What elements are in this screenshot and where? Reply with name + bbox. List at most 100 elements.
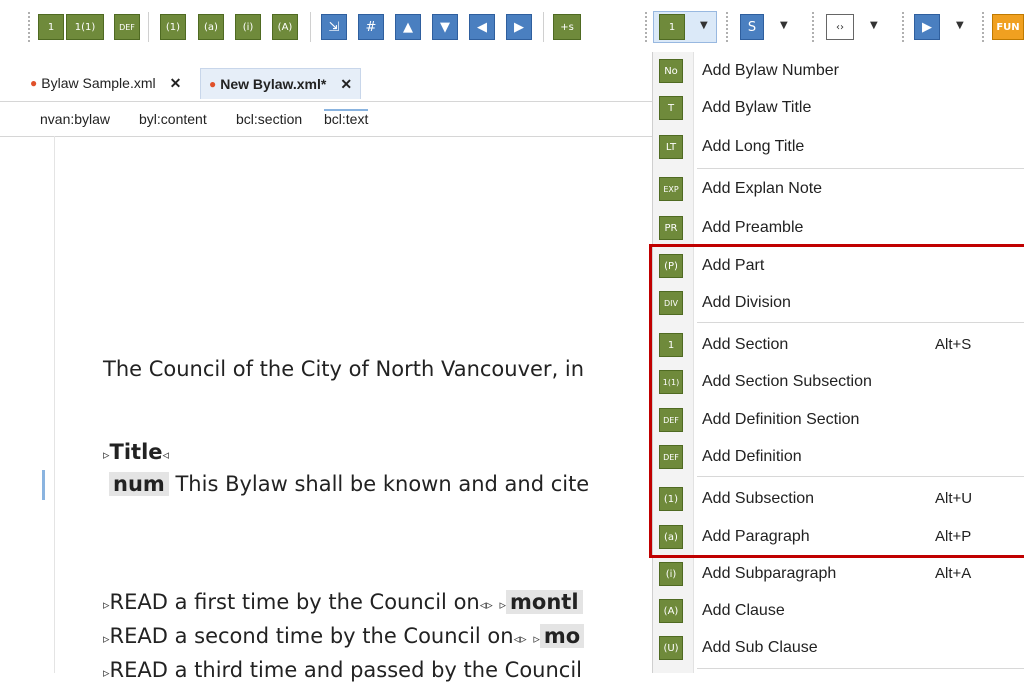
hash-icon: # [365,19,377,35]
breadcrumb-item[interactable]: bcl:section [236,111,302,127]
hash-button[interactable]: # [358,14,384,40]
section-icon: 1 [668,21,676,33]
chevron-down-icon[interactable]: ▼ [780,20,788,31]
tab-bylaw-sample[interactable]: ● Bylaw Sample.xml ✕ [30,68,181,98]
read-second-line[interactable]: ▹READ a second time by the Council on◃▹ … [103,624,585,648]
tag-start-icon: ▹ [533,632,540,647]
preamble-icon: PR [659,216,683,240]
play-icon: ▶ [922,19,932,35]
toolbar-separator [310,12,311,42]
menu-item-label: Add Bylaw Number [702,62,839,79]
menu-item-add-bylaw-number[interactable]: No Add Bylaw Number [653,53,1024,89]
highlight-box [649,244,1024,558]
chevron-down-icon[interactable]: ▼ [956,20,964,31]
explan-note-icon: EXP [659,177,683,201]
bylaw-number-icon: No [659,59,683,83]
menu-item-add-subparagraph[interactable]: (i) Add Subparagraph Alt+A [653,556,1024,592]
play-dropdown-button[interactable]: ▶ [914,14,940,40]
gutter-line [54,136,55,673]
menu-item-add-preamble[interactable]: PR Add Preamble [653,210,1024,246]
menu-item-add-clause[interactable]: (A) Add Clause [653,593,1024,629]
editor-area[interactable]: The Council of the City of North Vancouv… [0,136,660,682]
menu-item-add-bylaw-title[interactable]: T Add Bylaw Title [653,90,1024,126]
title-tag: Title [109,440,163,464]
menu-item-label: Add Subparagraph [702,565,837,582]
title-element[interactable]: ▹Title◃ [103,440,169,464]
fun-button[interactable]: FUN [992,14,1024,40]
chevron-down-icon[interactable]: ▼ [700,20,708,31]
tab-bar: ● Bylaw Sample.xml ✕ ● New Bylaw.xml* ✕ [0,68,660,100]
subsection-button[interactable]: (1) [160,14,186,40]
toolbar-grip[interactable] [645,12,651,42]
toolbar-grip[interactable] [812,12,818,42]
breadcrumb-item[interactable]: byl:content [139,111,207,127]
empty-tag-icon: ◃▹ [479,598,493,613]
toolbar: 1 1(1) DEF (1) (a) (i) (A) ⇲ # ▲ ▼ ◀ ▶ +… [0,0,1024,60]
long-title-icon: LT [659,135,683,159]
read-third-text: READ a third time and passed by the Coun… [109,658,583,682]
s-dropdown-button[interactable]: S [740,14,764,40]
tab-new-bylaw[interactable]: ● New Bylaw.xml* ✕ [200,68,362,99]
toolbar-separator [148,12,149,42]
tab-label: New Bylaw.xml* [220,76,327,92]
paragraph-icon: (a) [204,21,218,33]
section-dropdown-icon: 1 [659,14,685,40]
breadcrumb: nvan:bylaw byl:content bcl:section bcl:t… [0,101,660,137]
subsection-icon: (1) [165,21,181,33]
tab-label: Bylaw Sample.xml [41,75,156,91]
move-up-button[interactable]: ▲ [395,14,421,40]
move-right-icon: ▶ [514,19,524,35]
code-dropdown-button[interactable]: ‹› [826,14,854,40]
definition-section-icon: DEF [119,22,135,32]
chevron-down-icon[interactable]: ▼ [870,20,878,31]
toolbar-grip[interactable] [902,12,908,42]
num-tag: num [109,472,169,496]
read-first-line[interactable]: ▹READ a first time by the Council on◃▹ ▹… [103,590,583,614]
move-down-icon: ▼ [440,19,450,35]
move-left-icon: ◀ [477,19,487,35]
subparagraph-icon: (i) [242,21,254,33]
month-tag: mo [539,624,585,648]
modified-dot-icon: ● [30,76,38,90]
close-icon[interactable]: ✕ [170,75,182,92]
move-down-button[interactable]: ▼ [432,14,458,40]
add-s-button[interactable]: +s [553,14,581,40]
menu-item-label: Add Bylaw Title [702,99,812,116]
toolbar-grip[interactable] [28,12,34,42]
section-button[interactable]: 1 [38,14,64,40]
close-icon[interactable]: ✕ [340,76,352,93]
clause-button[interactable]: (A) [272,14,298,40]
paragraph-button[interactable]: (a) [198,14,224,40]
clause-icon: (A) [277,21,293,33]
insert-button[interactable]: ⇲ [321,14,347,40]
section-subsection-icon: 1(1) [74,21,96,33]
month-tag: montl [506,590,583,614]
move-left-button[interactable]: ◀ [469,14,495,40]
breadcrumb-item-active[interactable]: bcl:text [324,109,369,127]
toolbar-separator [543,12,544,42]
section-subsection-button[interactable]: 1(1) [66,14,104,40]
toolbar-grip[interactable] [982,12,988,42]
plus-s-icon: +s [560,21,574,33]
subparagraph-button[interactable]: (i) [235,14,261,40]
bylaw-text-line[interactable]: num This Bylaw shall be known and and ci… [109,472,589,496]
read-second-text: READ a second time by the Council on [109,624,514,648]
bylaw-title-icon: T [659,96,683,120]
menu-item-add-long-title[interactable]: LT Add Long Title [653,129,1024,165]
bylaw-text: This Bylaw shall be known and and cite [175,472,590,496]
insert-icon: ⇲ [328,19,340,35]
toolbar-grip[interactable] [726,12,732,42]
menu-separator [697,668,1024,669]
tag-end-icon: ◃ [162,448,170,463]
definition-section-button[interactable]: DEF [114,14,140,40]
council-text[interactable]: The Council of the City of North Vancouv… [103,357,584,381]
menu-item-add-sub-clause[interactable]: (U) Add Sub Clause [653,630,1024,666]
menu-item-label: Add Clause [702,602,785,619]
modified-dot-icon: ● [209,77,217,91]
read-third-line[interactable]: ▹READ a third time and passed by the Cou… [103,658,582,682]
breadcrumb-item[interactable]: nvan:bylaw [40,111,110,127]
read-first-text: READ a first time by the Council on [109,590,480,614]
menu-item-label: Add Sub Clause [702,639,818,656]
menu-item-add-explan-note[interactable]: EXP Add Explan Note [653,171,1024,207]
move-right-button[interactable]: ▶ [506,14,532,40]
